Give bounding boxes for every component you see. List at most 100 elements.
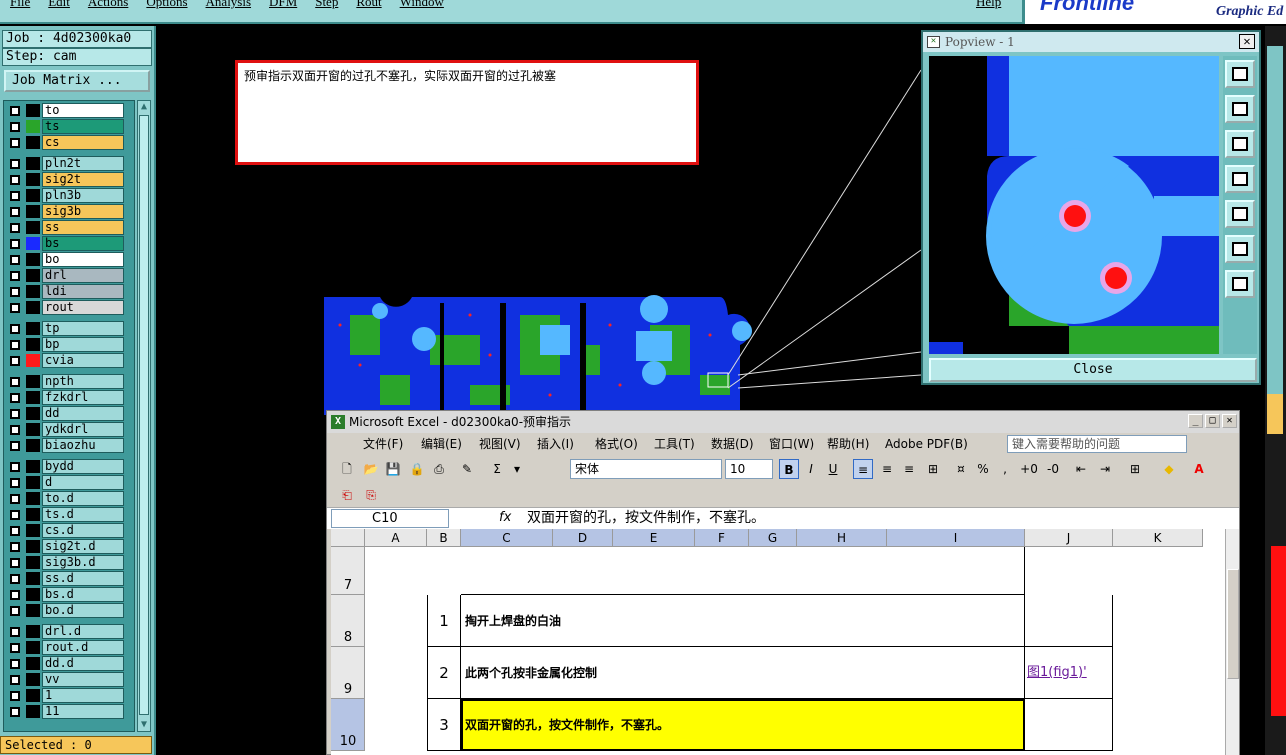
excel-menu-item[interactable]: 文件(F): [363, 433, 403, 455]
layer-color-swatch[interactable]: [26, 508, 40, 521]
menu-item-7[interactable]: Rout: [356, 0, 381, 10]
menu-item-8[interactable]: Window: [400, 0, 444, 10]
row-header[interactable]: 8: [331, 595, 365, 647]
layer-checkbox[interactable]: [10, 159, 20, 169]
layer-row[interactable]: pln3b: [6, 188, 134, 203]
italic-button[interactable]: I: [801, 459, 821, 479]
layer-checkbox[interactable]: [10, 324, 20, 334]
column-header[interactable]: H: [797, 529, 887, 547]
column-header[interactable]: A: [365, 529, 427, 547]
excel-menu-item[interactable]: 窗口(W): [769, 433, 814, 455]
layer-color-swatch[interactable]: [26, 460, 40, 473]
layer-row[interactable]: bo: [6, 252, 134, 267]
excel-menu-item[interactable]: 帮助(H): [827, 433, 869, 455]
column-header[interactable]: B: [427, 529, 461, 547]
layer-row[interactable]: sig3b: [6, 204, 134, 219]
column-header[interactable]: K: [1113, 529, 1203, 547]
layer-row[interactable]: dd: [6, 406, 134, 421]
table-cell[interactable]: [461, 547, 1025, 595]
layer-row[interactable]: biaozhu: [6, 438, 134, 453]
window-menu-icon[interactable]: ✕: [927, 36, 940, 48]
layer-row[interactable]: sig2t: [6, 172, 134, 187]
layer-row[interactable]: sig2t.d: [6, 539, 134, 554]
layer-checkbox[interactable]: [10, 138, 20, 148]
layer-color-swatch[interactable]: [26, 269, 40, 282]
layer-color-swatch[interactable]: [26, 673, 40, 686]
layer-color-swatch[interactable]: [26, 301, 40, 314]
pdf-convert-icon[interactable]: ⎗: [337, 485, 357, 505]
excel-menu-item[interactable]: 插入(I): [537, 433, 574, 455]
font-color-icon[interactable]: A: [1189, 459, 1209, 479]
align-left-icon[interactable]: ≡: [853, 459, 873, 479]
popview-window[interactable]: Popview - 1 ✕ ✕ Close: [921, 30, 1261, 385]
layer-checkbox[interactable]: [10, 207, 20, 217]
row-header[interactable]: 9: [331, 647, 365, 699]
layer-checkbox[interactable]: [10, 675, 20, 685]
help-search-input[interactable]: 键入需要帮助的问题: [1007, 435, 1187, 453]
layer-checkbox[interactable]: [10, 122, 20, 132]
layer-checkbox[interactable]: [10, 691, 20, 701]
layer-color-swatch[interactable]: [26, 104, 40, 117]
layer-row[interactable]: drl.d: [6, 624, 134, 639]
layer-checkbox[interactable]: [10, 462, 20, 472]
layer-color-swatch[interactable]: [26, 524, 40, 537]
layer-row[interactable]: bydd: [6, 459, 134, 474]
layer-row[interactable]: dd.d: [6, 656, 134, 671]
menu-item-1[interactable]: Edit: [48, 0, 70, 10]
layer-color-swatch[interactable]: [26, 588, 40, 601]
autosum-icon[interactable]: Σ: [487, 459, 507, 479]
zoom-out-icon[interactable]: [1225, 235, 1255, 263]
layer-color-swatch[interactable]: [26, 157, 40, 170]
scroll-up-icon[interactable]: ▲: [139, 101, 149, 113]
name-box[interactable]: C10: [331, 509, 449, 528]
close-icon[interactable]: ✕: [1222, 414, 1237, 428]
description-cell[interactable]: 掏开上焊盘的白油: [461, 595, 1025, 647]
scroll-thumb[interactable]: [139, 115, 149, 715]
layer-row[interactable]: pln2t: [6, 156, 134, 171]
item-number-cell[interactable]: 3: [427, 699, 461, 751]
sheet-scroll-thumb[interactable]: [1227, 569, 1239, 679]
chevron-down-icon[interactable]: ▾: [507, 459, 527, 479]
borders-icon[interactable]: ⊞: [1125, 459, 1145, 479]
row-header[interactable]: 10: [331, 699, 365, 751]
layer-checkbox[interactable]: [10, 425, 20, 435]
layer-row[interactable]: cs: [6, 135, 134, 150]
layer-row[interactable]: sig3b.d: [6, 555, 134, 570]
layer-checkbox[interactable]: [10, 223, 20, 233]
open-icon[interactable]: 📂: [361, 459, 381, 479]
pdf-email-icon[interactable]: ⎘: [361, 485, 381, 505]
decrease-decimal-icon[interactable]: -0: [1043, 459, 1063, 479]
layer-color-swatch[interactable]: [26, 136, 40, 149]
excel-menu-item[interactable]: 视图(V): [479, 433, 521, 455]
scroll-down-icon[interactable]: ▼: [139, 719, 149, 731]
format-painter-icon[interactable]: ✎: [457, 459, 477, 479]
merge-center-icon[interactable]: ⊞: [923, 459, 943, 479]
layer-color-swatch[interactable]: [26, 476, 40, 489]
excel-menu-item[interactable]: 数据(D): [711, 433, 754, 455]
layer-row[interactable]: rout: [6, 300, 134, 315]
minimize-icon[interactable]: _: [1188, 414, 1203, 428]
align-center-icon[interactable]: ≡: [877, 459, 897, 479]
layer-checkbox[interactable]: [10, 494, 20, 504]
layer-checkbox[interactable]: [10, 377, 20, 387]
layer-color-swatch[interactable]: [26, 237, 40, 250]
layer-color-swatch[interactable]: [26, 439, 40, 452]
layer-checkbox[interactable]: [10, 409, 20, 419]
layer-color-swatch[interactable]: [26, 322, 40, 335]
description-cell[interactable]: 此两个孔按非金属化控制: [461, 647, 1025, 699]
menu-item-4[interactable]: Analysis: [206, 0, 252, 10]
layer-checkbox[interactable]: [10, 478, 20, 488]
excel-menu-item[interactable]: 编辑(E): [421, 433, 462, 455]
maximize-icon[interactable]: □: [1205, 414, 1220, 428]
excel-menu-item[interactable]: 格式(O): [595, 433, 638, 455]
layer-color-swatch[interactable]: [26, 173, 40, 186]
layer-color-swatch[interactable]: [26, 540, 40, 553]
layer-color-swatch[interactable]: [26, 354, 40, 367]
menu-help[interactable]: Help: [976, 0, 1001, 10]
popview-canvas[interactable]: [929, 56, 1219, 354]
layer-checkbox[interactable]: [10, 191, 20, 201]
layer-row[interactable]: cs.d: [6, 523, 134, 538]
sheet-scrollbar[interactable]: [1225, 529, 1239, 755]
layer-checkbox[interactable]: [10, 239, 20, 249]
layer-row[interactable]: ss: [6, 220, 134, 235]
